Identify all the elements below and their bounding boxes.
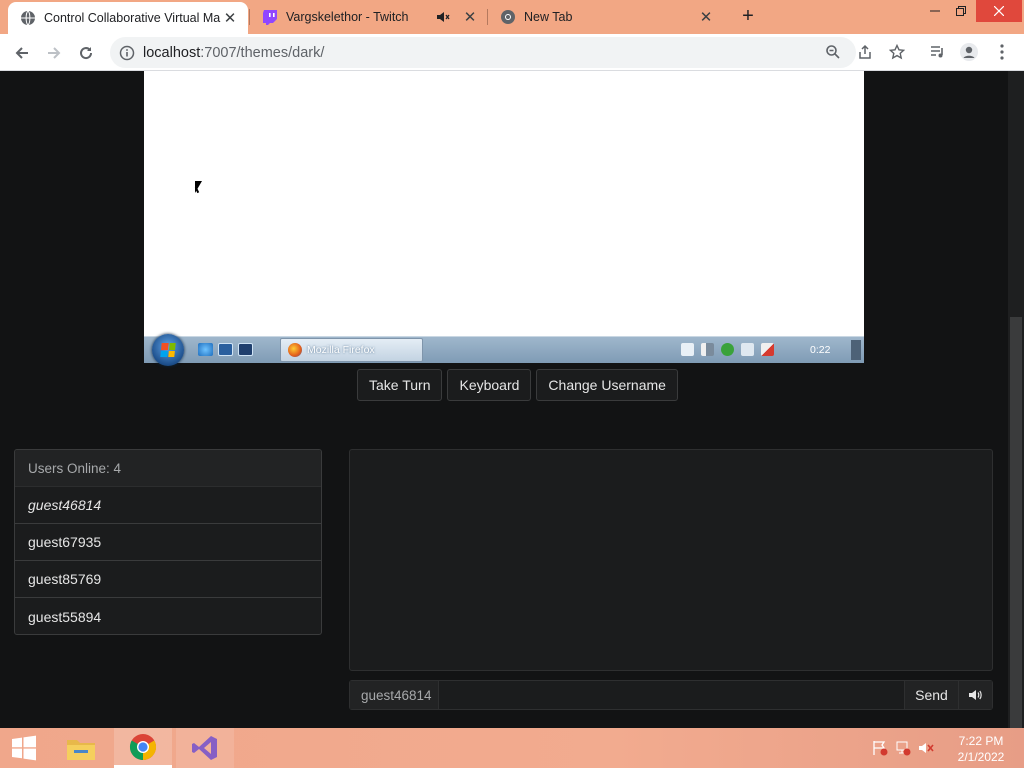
os-date: 2/1/2022: [957, 750, 1005, 764]
globe-icon: [21, 10, 35, 26]
vm-desktop-icon[interactable]: [218, 343, 233, 356]
tab-close-icon[interactable]: ✕: [222, 10, 238, 27]
keyboard-button[interactable]: Keyboard: [447, 369, 532, 401]
twitch-icon: [263, 10, 277, 25]
vm-clock: 0:22: [810, 344, 831, 356]
page-content: Mozilla Firefox 0:22 Take Turn Keyboard …: [0, 71, 1008, 728]
vm-show-desktop-button[interactable]: [851, 340, 861, 360]
vm-display[interactable]: Mozilla Firefox 0:22: [144, 71, 864, 366]
url-path: :7007/themes/dark/: [200, 44, 325, 61]
network-icon[interactable]: [895, 740, 911, 756]
user-list-item[interactable]: guest85769: [15, 561, 321, 598]
vm-system-tray: [681, 343, 774, 356]
windows-start-icon[interactable]: [0, 728, 48, 768]
mouse-cursor-icon: [195, 181, 202, 193]
tab-title: Vargskelethor - Twitch: [286, 10, 409, 24]
visual-studio-icon[interactable]: [176, 728, 234, 768]
vm-start-orb-icon[interactable]: [152, 334, 184, 366]
vm-taskbar-firefox[interactable]: Mozilla Firefox: [280, 338, 423, 362]
tab-close-icon[interactable]: ✕: [698, 9, 714, 26]
vm-switch-window-icon[interactable]: [238, 343, 253, 356]
share-icon[interactable]: [854, 41, 876, 63]
scrollbar-thumb[interactable]: [1010, 317, 1022, 728]
vm-taskbar: Mozilla Firefox 0:22: [144, 334, 864, 366]
forward-arrow-icon[interactable]: [41, 40, 67, 66]
vm-ie-icon[interactable]: [198, 343, 213, 356]
chrome-icon: [501, 10, 515, 24]
chat-username-label: guest46814: [350, 681, 439, 709]
vm-security-icon[interactable]: [721, 343, 734, 356]
tab-muted-speaker-icon[interactable]: [436, 10, 450, 24]
tab-title: Control Collaborative Virtual Ma: [44, 11, 221, 25]
chat-input-row: guest46814 Send: [349, 680, 993, 710]
back-arrow-icon[interactable]: [9, 40, 35, 66]
chrome-taskbar-icon[interactable]: [114, 728, 172, 768]
os-clock[interactable]: 7:22 PM 2/1/2022: [950, 733, 1012, 765]
media-control-icon[interactable]: [926, 41, 948, 63]
firefox-icon: [288, 343, 302, 357]
tab-new-tab[interactable]: New Tab ✕: [488, 0, 724, 34]
user-list-item[interactable]: guest46814: [15, 487, 321, 524]
vm-flag-icon[interactable]: [701, 343, 714, 356]
user-list-item[interactable]: guest55894: [15, 598, 321, 634]
user-list-item[interactable]: guest67935: [15, 524, 321, 561]
chat-message-input[interactable]: [439, 681, 904, 709]
zoom-icon[interactable]: [822, 41, 844, 63]
browser-tab-strip: Control Collaborative Virtual Ma ✕ Vargs…: [0, 0, 1024, 34]
vm-controls: Take Turn Keyboard Change Username: [357, 369, 678, 401]
vm-notes-icon[interactable]: [681, 343, 694, 356]
windows-taskbar: 7:22 PM 2/1/2022: [0, 728, 1024, 768]
os-system-tray: [872, 740, 934, 756]
send-button[interactable]: Send: [904, 681, 958, 709]
browser-toolbar: localhost:7007/themes/dark/: [0, 34, 1024, 71]
site-info-icon[interactable]: [119, 45, 135, 61]
reload-icon[interactable]: [73, 40, 99, 66]
tab-title: New Tab: [524, 10, 573, 24]
url-host: localhost: [143, 44, 201, 61]
new-tab-button[interactable]: +: [737, 6, 759, 28]
chat-messages[interactable]: [349, 449, 993, 671]
file-explorer-icon[interactable]: [52, 728, 110, 768]
profile-avatar-icon[interactable]: [958, 41, 980, 63]
volume-muted-icon[interactable]: [918, 740, 934, 756]
close-window-icon[interactable]: [976, 0, 1022, 22]
vm-volume-muted-icon[interactable]: [761, 343, 774, 356]
restore-window-icon[interactable]: [944, 0, 978, 22]
address-bar[interactable]: localhost:7007/themes/dark/: [110, 37, 856, 68]
users-online-panel: Users Online: 4 guest46814 guest67935 gu…: [14, 449, 322, 635]
change-username-button[interactable]: Change Username: [536, 369, 678, 401]
os-time: 7:22 PM: [958, 734, 1004, 748]
users-online-heading: Users Online: 4: [15, 450, 321, 487]
tab-close-icon[interactable]: ✕: [462, 9, 478, 26]
vm-network-icon[interactable]: [741, 343, 754, 356]
vm-taskbar-firefox-label: Mozilla Firefox: [307, 344, 375, 356]
page-scrollbar[interactable]: [1008, 71, 1024, 728]
speaker-icon[interactable]: [958, 681, 992, 709]
bookmark-star-icon[interactable]: [886, 41, 908, 63]
tab-control-collaborative[interactable]: Control Collaborative Virtual Ma ✕: [8, 2, 248, 34]
browser-menu-icon[interactable]: [991, 41, 1013, 63]
action-center-flag-icon[interactable]: [872, 740, 888, 756]
tab-twitch[interactable]: Vargskelethor - Twitch ✕: [250, 0, 488, 34]
take-turn-button[interactable]: Take Turn: [357, 369, 443, 401]
